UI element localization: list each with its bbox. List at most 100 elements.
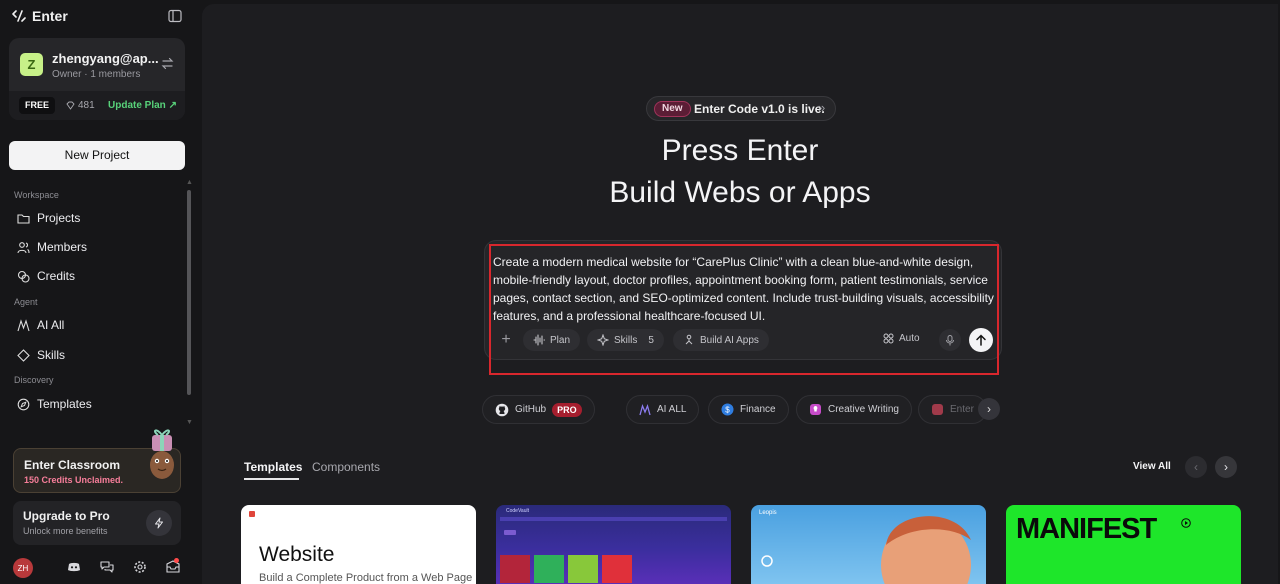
tab-templates[interactable]: Templates — [244, 460, 302, 474]
play-icon — [1181, 518, 1191, 528]
gallery-prev-button[interactable]: ‹ — [1185, 456, 1207, 478]
scroll-down-arrow[interactable]: ▼ — [186, 419, 193, 426]
upgrade-title: Upgrade to Pro — [23, 509, 110, 523]
compass-icon — [17, 398, 30, 410]
category-label: AI ALL — [657, 404, 687, 415]
card-preview-graphic — [500, 517, 727, 583]
classroom-subtitle: 150 Credits Unclaimed. — [24, 475, 124, 485]
workspace-avatar: Z — [20, 53, 43, 76]
account-card[interactable]: Z zhengyang@ap... Owner · 1 members FREE… — [9, 38, 185, 120]
user-avatar[interactable]: ZH — [13, 558, 33, 578]
pro-badge: PRO — [552, 402, 582, 417]
sidebar-item-label: Credits — [37, 269, 76, 283]
announcement-pill[interactable]: New Enter Code v1.0 is live. » — [646, 96, 836, 121]
agent-section-label: Agent — [14, 297, 38, 307]
notification-dot — [174, 558, 179, 563]
announcement-text: Enter Code v1.0 is live. — [694, 102, 825, 116]
card-subheading: Build a Complete Product from a Web Page — [259, 572, 473, 584]
gift-mascot-icon — [150, 429, 174, 479]
card-heading: Website — [259, 543, 335, 566]
sidebar-item-projects[interactable]: Projects — [17, 208, 80, 228]
sidebar-item-members[interactable]: Members — [17, 237, 87, 257]
template-card-website[interactable]: Website Build a Complete Product from a … — [241, 505, 476, 584]
sidebar-item-label: Skills — [37, 348, 66, 362]
card-logo-icon — [249, 511, 255, 517]
chevrons-right-icon: » — [818, 100, 826, 115]
category-scroll-right-button[interactable]: › — [978, 398, 1000, 420]
category-label: Creative Writing — [828, 404, 899, 415]
category-label: Enter — [950, 404, 974, 415]
prompt-highlight-outline — [489, 244, 999, 375]
discovery-section-label: Discovery — [14, 375, 54, 385]
category-github[interactable]: GitHub PRO — [482, 395, 595, 424]
brand-name: Enter — [32, 8, 68, 24]
plan-bar: FREE 481 Update Plan ↗ — [9, 91, 185, 120]
tab-components[interactable]: Components — [312, 460, 380, 474]
sidebar-toggle-icon[interactable] — [168, 9, 182, 23]
scroll-up-arrow[interactable]: ▲ — [186, 179, 193, 186]
github-icon — [495, 403, 509, 416]
sidebar-item-ai-all[interactable]: AI All — [17, 315, 64, 335]
template-card-codevault[interactable]: CodeVault — [496, 505, 731, 584]
category-creative-writing[interactable]: Creative Writing — [796, 395, 912, 424]
discord-icon[interactable] — [67, 560, 81, 574]
template-card-manifest[interactable]: MANIFEST — [1006, 505, 1241, 584]
view-all-link[interactable]: View All — [1133, 461, 1171, 472]
workspace-section-label: Workspace — [14, 190, 59, 200]
upgrade-button[interactable] — [146, 510, 172, 536]
ai-all-icon — [17, 318, 30, 331]
plan-badge: FREE — [19, 97, 56, 114]
sidebar-scrollbar[interactable]: ▲ ▼ — [186, 179, 193, 426]
update-plan-link[interactable]: Update Plan ↗ — [108, 100, 177, 111]
skills-icon — [17, 348, 30, 362]
chat-icon[interactable] — [100, 560, 114, 574]
enter-app-icon — [932, 404, 943, 415]
gallery-next-button[interactable]: › — [1215, 456, 1237, 478]
switch-account-icon[interactable] — [161, 57, 174, 70]
enter-logo-icon — [12, 10, 26, 22]
credits-count: 481 — [66, 100, 95, 111]
upgrade-subtitle: Unlock more benefits — [23, 526, 108, 536]
account-role: Owner · 1 members — [52, 69, 141, 80]
sidebar: Enter Z zhengyang@ap... Owner · 1 member… — [0, 0, 200, 584]
category-label: Finance — [740, 404, 776, 415]
sidebar-item-credits[interactable]: Credits — [17, 266, 75, 286]
category-enter[interactable]: Enter — [918, 395, 987, 424]
hero-title-line-2: Build Webs or Apps — [609, 176, 871, 209]
bolt-icon — [155, 517, 163, 529]
new-project-button[interactable]: New Project — [9, 141, 185, 170]
card-preview-graphic — [761, 516, 971, 584]
folder-icon — [17, 213, 30, 224]
classroom-title: Enter Classroom — [24, 458, 121, 472]
hero-title-line-1: Press Enter — [661, 134, 819, 167]
sidebar-item-label: Projects — [37, 211, 81, 225]
account-name: zhengyang@ap... — [52, 51, 159, 66]
sidebar-footer: ZH — [0, 556, 200, 580]
active-tab-underline — [244, 478, 299, 480]
upgrade-card[interactable]: Upgrade to Pro Unlock more benefits — [13, 501, 181, 545]
sidebar-item-templates[interactable]: Templates — [17, 394, 92, 414]
sidebar-item-label: AI All — [37, 318, 65, 332]
category-ai-all[interactable]: AI ALL — [626, 395, 700, 424]
category-label: GitHub — [515, 404, 547, 415]
sidebar-item-skills[interactable]: Skills — [17, 345, 65, 365]
tab-label: Components — [312, 460, 381, 474]
scroll-thumb[interactable] — [187, 190, 191, 395]
template-card-leopis[interactable]: Leopis — [751, 505, 986, 584]
dollar-coin-icon: $ — [721, 403, 734, 416]
brand[interactable]: Enter — [12, 7, 68, 25]
svg-text:$: $ — [725, 406, 730, 415]
coins-icon — [17, 270, 30, 283]
ai-all-icon — [639, 403, 651, 415]
card-title: MANIFEST — [1016, 513, 1157, 545]
category-finance[interactable]: $ Finance — [708, 395, 789, 424]
new-badge: New — [654, 101, 691, 117]
members-icon — [17, 241, 30, 253]
sidebar-item-label: Templates — [37, 397, 92, 411]
lightbulb-icon — [810, 404, 821, 415]
category-chips: GitHub PRO AI ALL $ Finance Creative Wri… — [482, 395, 1002, 425]
settings-gear-icon[interactable] — [133, 560, 147, 574]
credits-value: 481 — [78, 100, 95, 111]
classroom-card[interactable]: Enter Classroom 150 Credits Unclaimed. — [13, 429, 181, 493]
gem-icon — [66, 101, 75, 110]
